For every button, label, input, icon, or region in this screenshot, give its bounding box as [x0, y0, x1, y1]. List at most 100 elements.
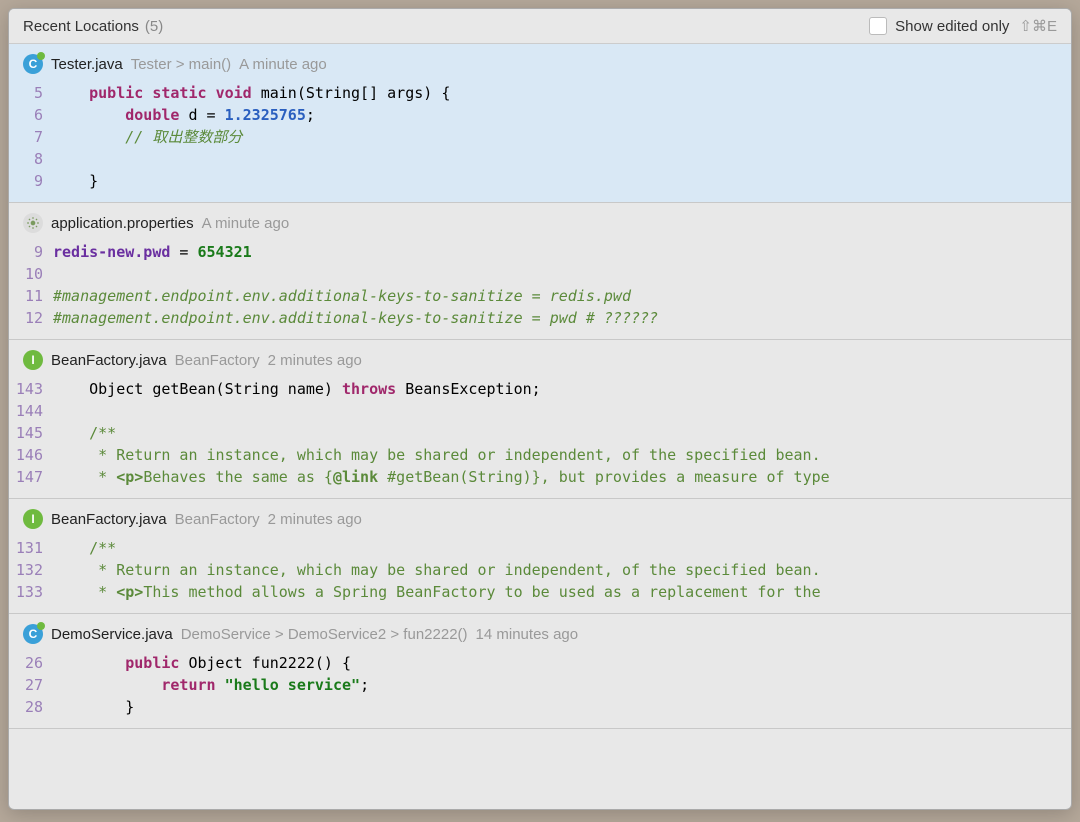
interface-file-icon: I	[23, 509, 43, 529]
timestamp: 2 minutes ago	[268, 352, 362, 369]
line-number: 9	[9, 241, 53, 263]
header-title: Recent Locations	[23, 18, 139, 35]
location-item[interactable]: I BeanFactory.java BeanFactory 2 minutes ag…	[9, 499, 1071, 614]
line-number: 133	[9, 581, 53, 603]
code-line: 7 // 取出整数部分	[9, 126, 1071, 148]
code-content: * <p>Behaves the same as {@link #getBean…	[53, 466, 1071, 488]
code-line: 9redis-new.pwd = 654321	[9, 241, 1071, 263]
file-name: Tester.java	[51, 56, 123, 73]
code-line: 28 }	[9, 696, 1071, 718]
timestamp: 14 minutes ago	[476, 626, 579, 643]
line-number: 146	[9, 444, 53, 466]
code-content: }	[53, 696, 1071, 718]
props-file-icon	[23, 213, 43, 233]
code-snippet: 131 /**132 * Return an instance, which m…	[9, 533, 1071, 613]
location-header[interactable]: C Tester.java Tester > main() A minute ago	[9, 44, 1071, 78]
breadcrumb: BeanFactory	[175, 352, 260, 369]
locations-list[interactable]: C Tester.java Tester > main() A minute ago 5…	[9, 44, 1071, 809]
location-item[interactable]: application.properties A minute ago 9redis…	[9, 203, 1071, 340]
code-content: double d = 1.2325765;	[53, 104, 1071, 126]
location-item[interactable]: C DemoService.java DemoService > DemoServi…	[9, 614, 1071, 729]
code-line: 9 }	[9, 170, 1071, 192]
code-content: * Return an instance, which may be share…	[53, 444, 1071, 466]
class-file-icon: C	[23, 624, 43, 644]
line-number: 28	[9, 696, 53, 718]
line-number: 12	[9, 307, 53, 329]
code-content: /**	[53, 422, 1071, 444]
location-item[interactable]: C Tester.java Tester > main() A minute ago 5…	[9, 44, 1071, 203]
code-content: public static void main(String[] args) {	[53, 82, 1071, 104]
code-line: 26 public Object fun2222() {	[9, 652, 1071, 674]
file-name: application.properties	[51, 215, 194, 232]
line-number: 144	[9, 400, 53, 422]
code-line: 132 * Return an instance, which may be s…	[9, 559, 1071, 581]
line-number: 145	[9, 422, 53, 444]
line-number: 26	[9, 652, 53, 674]
timestamp: A minute ago	[202, 215, 290, 232]
class-file-icon: C	[23, 54, 43, 74]
code-line: 146 * Return an instance, which may be s…	[9, 444, 1071, 466]
code-snippet: 5 public static void main(String[] args)…	[9, 78, 1071, 202]
code-line: 8	[9, 148, 1071, 170]
line-number: 27	[9, 674, 53, 696]
header-left: Recent Locations (5)	[23, 18, 163, 35]
line-number: 7	[9, 126, 53, 148]
code-snippet: 143 Object getBean(String name) throws B…	[9, 374, 1071, 498]
code-line: 147 * <p>Behaves the same as {@link #get…	[9, 466, 1071, 488]
code-content: * <p>This method allows a Spring BeanFac…	[53, 581, 1071, 603]
line-number: 147	[9, 466, 53, 488]
file-name: DemoService.java	[51, 626, 173, 643]
line-number: 143	[9, 378, 53, 400]
location-header[interactable]: C DemoService.java DemoService > DemoServi…	[9, 614, 1071, 648]
location-header[interactable]: I BeanFactory.java BeanFactory 2 minutes ag…	[9, 340, 1071, 374]
show-edited-label[interactable]: Show edited only	[895, 18, 1009, 35]
code-content	[53, 400, 1071, 422]
code-content: public Object fun2222() {	[53, 652, 1071, 674]
line-number: 131	[9, 537, 53, 559]
timestamp: A minute ago	[239, 56, 327, 73]
code-content: #management.endpoint.env.additional-keys…	[53, 285, 1071, 307]
popup-header: Recent Locations (5) Show edited only ⇧⌘…	[9, 9, 1071, 44]
code-line: 131 /**	[9, 537, 1071, 559]
location-item[interactable]: I BeanFactory.java BeanFactory 2 minutes ag…	[9, 340, 1071, 499]
code-snippet: 26 public Object fun2222() {27 return "h…	[9, 648, 1071, 728]
location-header[interactable]: application.properties A minute ago	[9, 203, 1071, 237]
file-name: BeanFactory.java	[51, 352, 167, 369]
code-line: 133 * <p>This method allows a Spring Bea…	[9, 581, 1071, 603]
code-content: // 取出整数部分	[53, 126, 1071, 148]
code-line: 10	[9, 263, 1071, 285]
timestamp: 2 minutes ago	[268, 511, 362, 528]
code-content: }	[53, 170, 1071, 192]
shortcut-hint: ⇧⌘E	[1019, 17, 1057, 35]
code-line: 27 return "hello service";	[9, 674, 1071, 696]
interface-file-icon: I	[23, 350, 43, 370]
code-content: Object getBean(String name) throws Beans…	[53, 378, 1071, 400]
code-content: #management.endpoint.env.additional-keys…	[53, 307, 1071, 329]
location-header[interactable]: I BeanFactory.java BeanFactory 2 minutes ag…	[9, 499, 1071, 533]
show-edited-checkbox[interactable]	[869, 17, 887, 35]
code-content: redis-new.pwd = 654321	[53, 241, 1071, 263]
header-count: (5)	[145, 18, 163, 35]
code-line: 12#management.endpoint.env.additional-ke…	[9, 307, 1071, 329]
breadcrumb: DemoService > DemoService2 > fun2222()	[181, 626, 468, 643]
code-content: * Return an instance, which may be share…	[53, 559, 1071, 581]
code-content	[53, 263, 1071, 285]
code-line: 11#management.endpoint.env.additional-ke…	[9, 285, 1071, 307]
breadcrumb: BeanFactory	[175, 511, 260, 528]
code-content: /**	[53, 537, 1071, 559]
code-content: return "hello service";	[53, 674, 1071, 696]
code-line: 6 double d = 1.2325765;	[9, 104, 1071, 126]
header-right: Show edited only ⇧⌘E	[869, 17, 1057, 35]
breadcrumb: Tester > main()	[131, 56, 231, 73]
code-line: 145 /**	[9, 422, 1071, 444]
code-line: 5 public static void main(String[] args)…	[9, 82, 1071, 104]
code-content	[53, 148, 1071, 170]
line-number: 5	[9, 82, 53, 104]
line-number: 8	[9, 148, 53, 170]
line-number: 9	[9, 170, 53, 192]
code-line: 144	[9, 400, 1071, 422]
line-number: 11	[9, 285, 53, 307]
file-name: BeanFactory.java	[51, 511, 167, 528]
line-number: 10	[9, 263, 53, 285]
code-line: 143 Object getBean(String name) throws B…	[9, 378, 1071, 400]
